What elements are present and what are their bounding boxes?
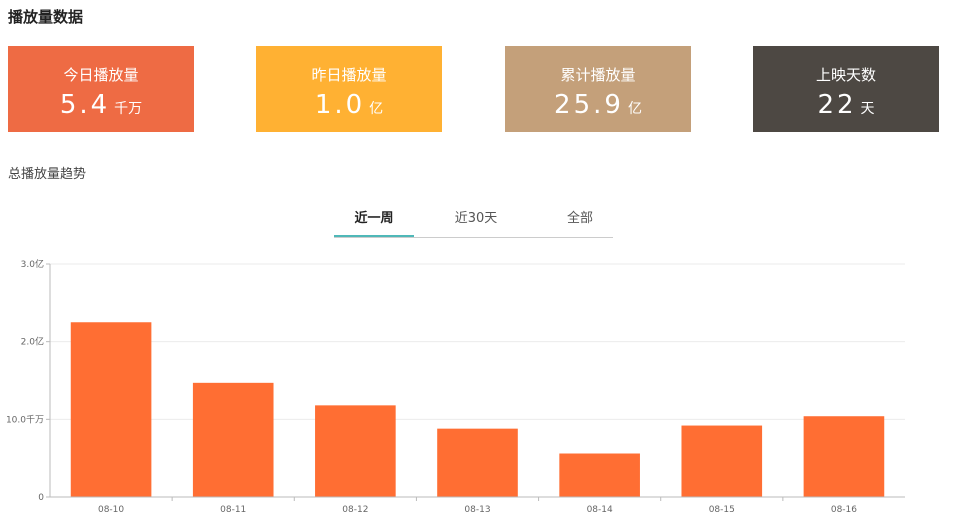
trend-title: 总播放量趋势: [8, 167, 87, 182]
card-value: 22: [817, 90, 857, 120]
x-tick-label: 08-15: [709, 505, 735, 515]
bar-08-16: [803, 416, 885, 497]
card-total-plays: 累计播放量 25.9 亿: [505, 46, 691, 132]
card-unit: 亿: [627, 101, 642, 117]
trend-bar-chart: 0 10.0千万 2.0亿 3.0亿 08-10 08-11 08-12 08-13 08-14…: [6, 258, 905, 515]
card-today-plays: 今日播放量 5.4 千万: [8, 46, 194, 132]
card-label: 上映天数: [815, 66, 876, 84]
x-tick-label: 08-10: [98, 505, 124, 515]
card-value: 1.0: [314, 90, 366, 120]
tab-30-days[interactable]: 近30天: [436, 202, 516, 235]
card-label: 累计播放量: [560, 66, 636, 84]
x-tick-label: 08-16: [831, 505, 857, 515]
tab-week[interactable]: 近一周: [334, 202, 414, 237]
bar-08-11: [192, 382, 274, 497]
x-tick-label: 08-14: [587, 505, 613, 515]
bar-08-15: [681, 425, 763, 497]
bar-08-13: [437, 428, 518, 497]
x-tick-label: 08-13: [464, 505, 490, 515]
card-label: 昨日播放量: [311, 66, 387, 84]
card-value: 5.4: [59, 90, 111, 120]
bar-08-10: [70, 322, 152, 497]
x-tick-label: 08-12: [342, 505, 368, 515]
bar-08-12: [315, 405, 396, 497]
card-yesterday-plays: 昨日播放量 1.0 亿: [256, 46, 442, 132]
card-unit: 亿: [369, 101, 384, 117]
x-tick-label: 08-11: [220, 505, 246, 515]
y-tick-label: 0: [38, 493, 44, 503]
y-tick-label: 10.0千万: [6, 414, 44, 425]
bar-08-14: [559, 453, 640, 497]
tab-all[interactable]: 全部: [540, 202, 620, 235]
stat-cards: 今日播放量 5.4 千万 昨日播放量 1.0 亿 累计播放量 25.9 亿 上映天数 …: [8, 46, 939, 132]
card-unit: 千万: [114, 101, 143, 117]
card-unit: 天: [860, 101, 875, 117]
y-tick-label: 3.0亿: [21, 258, 44, 270]
y-tick-label: 2.0亿: [21, 336, 44, 348]
card-release-days: 上映天数 22 天: [753, 46, 939, 132]
card-value: 25.9: [554, 90, 624, 120]
page-title: 播放量数据: [8, 8, 84, 26]
range-tabs: 近一周 近30天 全部: [334, 202, 613, 238]
card-label: 今日播放量: [63, 66, 139, 84]
